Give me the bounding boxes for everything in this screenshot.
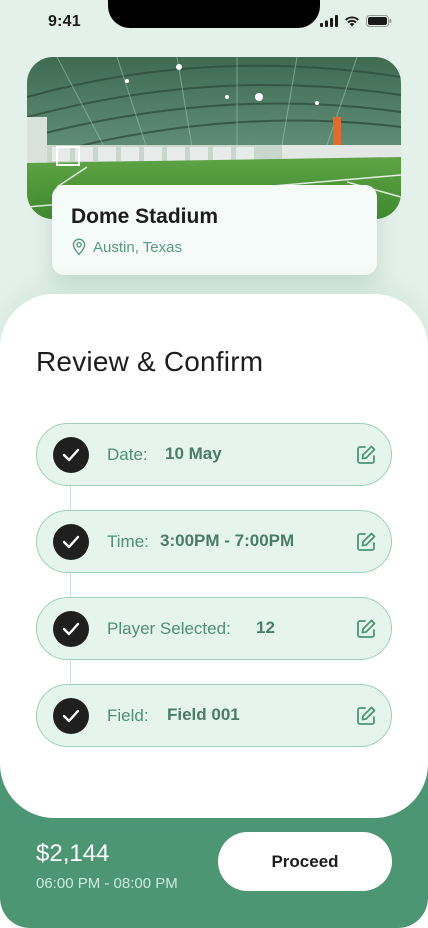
battery-icon [366, 15, 392, 27]
total-price: $2,144 [36, 840, 110, 867]
check-circle-icon [53, 611, 89, 647]
status-icons [320, 15, 392, 27]
review-panel: Review & Confirm Date: 10 May Time: 3:00… [0, 294, 428, 818]
edit-icon[interactable] [355, 618, 377, 640]
booking-time-range: 06:00 PM - 08:00 PM [36, 875, 178, 892]
review-item-value: 3:00PM - 7:00PM [160, 531, 295, 550]
venue-name: Dome Stadium [71, 205, 219, 228]
review-item-value: 10 May [165, 444, 222, 463]
venue-location-text: Austin, Texas [93, 238, 182, 256]
edit-icon[interactable] [355, 531, 377, 553]
venue-card: Dome Stadium Austin, Texas [52, 185, 377, 275]
signal-icon [320, 15, 338, 27]
venue-location: Austin, Texas [71, 238, 377, 256]
review-item-label: Field: [107, 706, 149, 725]
review-item-time[interactable]: Time: 3:00PM - 7:00PM [36, 510, 392, 573]
status-bar: 9:41 [0, 0, 428, 44]
check-circle-icon [53, 698, 89, 734]
review-item-value: 12 [256, 618, 275, 637]
timeline-connector [70, 454, 71, 714]
device-notch [108, 0, 320, 28]
review-item-label: Player Selected: [107, 619, 231, 638]
proceed-button[interactable]: Proceed [218, 832, 392, 891]
check-circle-icon [53, 437, 89, 473]
review-item-value: Field 001 [167, 705, 240, 724]
review-item-field[interactable]: Field: Field 001 [36, 684, 392, 747]
review-item-players[interactable]: Player Selected: 12 [36, 597, 392, 660]
wifi-icon [345, 16, 359, 27]
edit-icon[interactable] [355, 444, 377, 466]
map-pin-icon [72, 238, 86, 256]
review-item-date[interactable]: Date: 10 May [36, 423, 392, 486]
edit-icon[interactable] [355, 705, 377, 727]
booking-review-screen: 9:41 Dome Stadium Austin, Texas Review &… [0, 0, 428, 928]
status-time: 9:41 [48, 13, 81, 30]
check-circle-icon [53, 524, 89, 560]
page-title: Review & Confirm [36, 346, 264, 377]
review-item-label: Date: [107, 445, 148, 464]
review-item-label: Time: [107, 532, 149, 551]
